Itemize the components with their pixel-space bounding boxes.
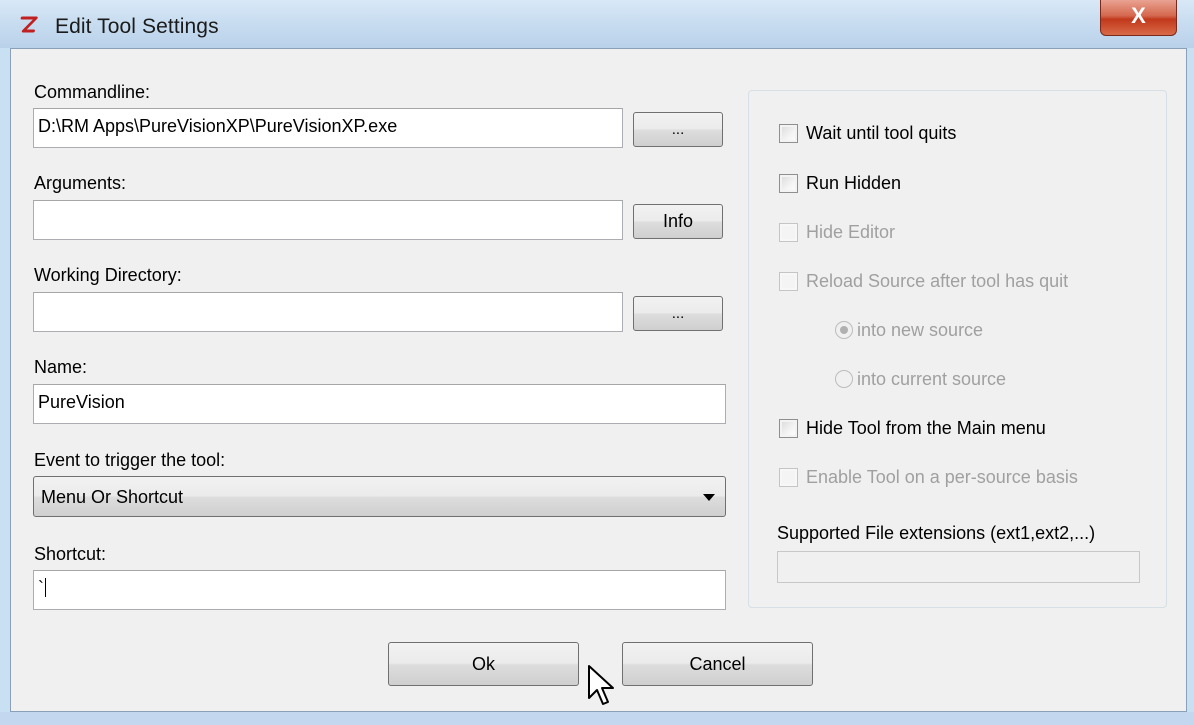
cancel-button[interactable]: Cancel bbox=[622, 642, 813, 686]
commandline-input[interactable]: D:\RM Apps\PureVisionXP\PureVisionXP.exe bbox=[33, 108, 623, 148]
reload-source-label: Reload Source after tool has quit bbox=[806, 271, 1069, 291]
reload-source-checkbox bbox=[779, 272, 798, 291]
close-button[interactable]: X bbox=[1100, 0, 1177, 36]
name-value: PureVision bbox=[38, 392, 125, 412]
event-trigger-value: Menu Or Shortcut bbox=[41, 487, 184, 507]
commandline-browse-button[interactable]: ... bbox=[633, 112, 723, 147]
into-new-source-radio bbox=[835, 321, 853, 339]
name-input[interactable]: PureVision bbox=[33, 384, 726, 424]
arguments-info-button[interactable]: Info bbox=[633, 204, 723, 239]
title-bar[interactable]: Edit Tool Settings X bbox=[0, 0, 1194, 48]
shortcut-label: Shortcut: bbox=[34, 544, 107, 564]
supported-extensions-input bbox=[777, 551, 1140, 583]
run-hidden-checkbox[interactable] bbox=[779, 174, 798, 193]
app-z-icon bbox=[20, 16, 38, 33]
run-hidden-label[interactable]: Run Hidden bbox=[806, 173, 901, 194]
wait-until-quits-label[interactable]: Wait until tool quits bbox=[806, 123, 956, 144]
dropdown-arrow-icon bbox=[703, 494, 715, 501]
enable-per-source-label: Enable Tool on a per-source basis bbox=[806, 467, 1078, 487]
ok-button[interactable]: Ok bbox=[388, 642, 579, 686]
radio-selected-dot bbox=[840, 326, 848, 334]
commandline-value: D:\RM Apps\PureVisionXP\PureVisionXP.exe bbox=[38, 116, 398, 136]
window-title: Edit Tool Settings bbox=[55, 15, 219, 38]
working-directory-label: Working Directory: bbox=[34, 265, 182, 285]
enable-per-source-checkbox bbox=[779, 468, 798, 487]
event-trigger-select[interactable]: Menu Or Shortcut bbox=[33, 476, 726, 517]
hide-editor-checkbox bbox=[779, 223, 798, 242]
commandline-label: Commandline: bbox=[34, 82, 151, 102]
hide-editor-label: Hide Editor bbox=[806, 222, 896, 242]
working-directory-browse-button[interactable]: ... bbox=[633, 296, 723, 331]
wait-until-quits-checkbox[interactable] bbox=[779, 124, 798, 143]
window-frame-bottom bbox=[0, 712, 1194, 725]
text-caret bbox=[45, 578, 46, 597]
shortcut-input[interactable]: ` bbox=[33, 570, 726, 610]
supported-extensions-label: Supported File extensions (ext1,ext2,...… bbox=[777, 523, 1096, 543]
mouse-pointer-icon bbox=[588, 665, 614, 705]
hide-from-main-menu-label[interactable]: Hide Tool from the Main menu bbox=[806, 418, 1046, 439]
hide-from-main-menu-checkbox[interactable] bbox=[779, 419, 798, 438]
working-directory-input[interactable] bbox=[33, 292, 623, 332]
into-new-source-label: into new source bbox=[857, 320, 984, 340]
into-current-source-radio bbox=[835, 370, 853, 388]
into-current-source-label: into current source bbox=[857, 369, 1007, 389]
shortcut-value: ` bbox=[38, 578, 44, 598]
arguments-label: Arguments: bbox=[34, 173, 127, 193]
close-icon: X bbox=[1131, 3, 1146, 28]
event-label: Event to trigger the tool: bbox=[34, 450, 226, 470]
name-label: Name: bbox=[34, 357, 88, 377]
arguments-input[interactable] bbox=[33, 200, 623, 240]
